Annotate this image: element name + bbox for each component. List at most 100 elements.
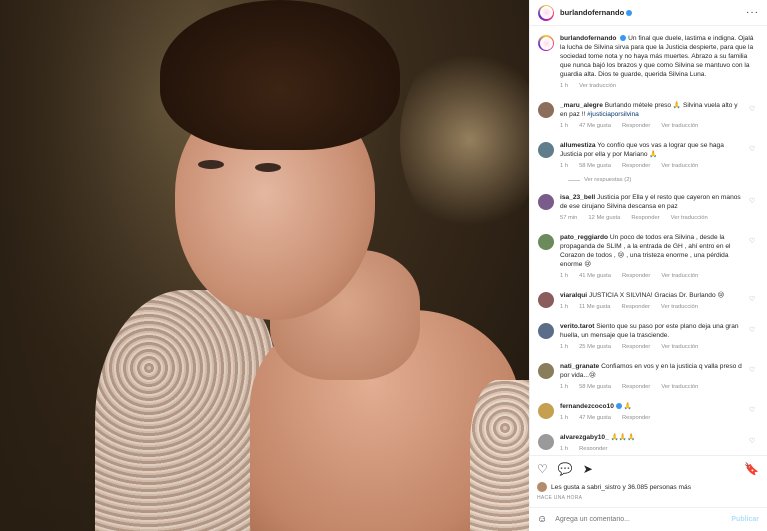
comment-time[interactable]: 1 h	[560, 343, 568, 352]
more-options-icon[interactable]: ···	[746, 7, 759, 18]
comment-like-heart-icon[interactable]: ♡	[749, 437, 759, 450]
comment-reply[interactable]: Responder	[622, 303, 650, 312]
comment-like-heart-icon[interactable]: ♡	[749, 406, 759, 423]
commenter-avatar[interactable]	[538, 323, 554, 339]
comment-item: pato_reggiardo Un poco de todos era Silv…	[538, 233, 759, 281]
comments-list[interactable]: burlandofernando Un final que duele, las…	[530, 26, 767, 450]
comment-translate[interactable]: Ver traducción	[661, 343, 698, 352]
see-translation-link[interactable]: Ver traducción	[579, 82, 616, 91]
comment-like-heart-icon[interactable]: ♡	[749, 197, 759, 223]
comment-reply[interactable]: Responder	[622, 343, 650, 352]
publish-button[interactable]: Publicar	[731, 516, 759, 523]
commenter-avatar[interactable]	[538, 142, 554, 158]
comment-time[interactable]: 1 h	[560, 303, 568, 312]
comment-translate[interactable]: Ver traducción	[661, 162, 698, 171]
comment-like-heart-icon[interactable]: ♡	[749, 366, 759, 392]
commenter-avatar[interactable]	[538, 194, 554, 210]
likes-text[interactable]: Les gusta a sabri_sistro y 36.085 person…	[551, 484, 691, 491]
comment-likes[interactable]: 58 Me gusta	[579, 162, 611, 171]
comment-translate[interactable]: Ver traducción	[661, 383, 698, 392]
commenter-username[interactable]: fernandezcoco10	[560, 403, 614, 410]
comment-item: _maru_alegre Burlando métele preso 🙏 Sil…	[538, 101, 759, 131]
comment-reply[interactable]: Responder	[631, 214, 659, 223]
comment-time[interactable]: 1 h	[560, 414, 568, 423]
comment-translate[interactable]: Ver traducción	[671, 214, 708, 223]
view-replies-text[interactable]: Ver respuestas (2)	[584, 177, 631, 183]
comment-item: allumestiza Yo confío que vos vas a logr…	[538, 141, 759, 171]
commenter-username[interactable]: viaralqui	[560, 292, 587, 299]
commenter-username[interactable]: nati_granate	[560, 363, 599, 370]
comment-like-heart-icon[interactable]: ♡	[749, 295, 759, 312]
photo-background-light	[400, 40, 529, 240]
comment-reply[interactable]: Responder	[622, 162, 650, 171]
comment-input[interactable]	[555, 516, 732, 523]
comment-reply[interactable]: Responder	[622, 122, 650, 131]
comment-hashtag[interactable]: #justiciaporsilvina	[587, 111, 639, 118]
commenter-avatar[interactable]	[538, 234, 554, 250]
comment-like-heart-icon[interactable]: ♡	[749, 145, 759, 171]
commenter-avatar[interactable]	[538, 102, 554, 118]
comment-like-heart-icon[interactable]: ♡	[749, 105, 759, 131]
post-header: burlandofernando ···	[530, 0, 767, 26]
like-heart-icon[interactable]: ♡	[537, 462, 548, 476]
caption: burlandofernando Un final que duele, las…	[538, 34, 759, 91]
comment-item: nati_granate Confiamos en vos y en la ju…	[538, 362, 759, 392]
comment-time[interactable]: 57 min	[560, 214, 577, 223]
comment-likes[interactable]: 58 Me gusta	[579, 383, 611, 392]
commenter-username[interactable]: allumestiza	[560, 142, 596, 149]
author-username[interactable]: burlandofernando	[560, 8, 624, 17]
liker-avatar	[537, 482, 547, 492]
verified-badge-icon	[626, 9, 633, 16]
comment-time[interactable]: 1 h	[560, 445, 568, 450]
commenter-username[interactable]: alvarezgaby10_	[560, 434, 609, 441]
comment-time[interactable]: 1 h	[560, 272, 568, 281]
commenter-avatar[interactable]	[538, 403, 554, 419]
comment-item: viaralqui JUSTICIA X SILVINA! Gracias Dr…	[538, 291, 759, 312]
photo-eye-left	[198, 160, 224, 169]
verified-badge-icon	[615, 403, 622, 410]
comment-translate[interactable]: Ver traducción	[661, 122, 698, 131]
commenter-avatar[interactable]	[538, 363, 554, 379]
comment-like-heart-icon[interactable]: ♡	[749, 237, 759, 281]
caption-time[interactable]: 1 h	[560, 82, 568, 91]
commenter-username[interactable]: _maru_alegre	[560, 102, 603, 109]
comment-likes[interactable]: 11 Me gusta	[579, 303, 610, 312]
commenter-avatar[interactable]	[538, 292, 554, 308]
comment-time[interactable]: 1 h	[560, 383, 568, 392]
comment-like-heart-icon[interactable]: ♡	[749, 326, 759, 352]
caption-username[interactable]: burlandofernando	[560, 35, 616, 42]
comment-reply[interactable]: Responder	[622, 414, 650, 423]
share-send-icon[interactable]: ➤	[583, 462, 593, 476]
comment-translate[interactable]: Ver traducción	[661, 303, 698, 312]
likes-summary[interactable]: Les gusta a sabri_sistro y 36.085 person…	[537, 482, 759, 492]
comment-item: verito.tarot Siento que su paso por este…	[538, 322, 759, 352]
comment-likes[interactable]: 47 Me gusta	[579, 414, 611, 423]
comment-translate[interactable]: Ver traducción	[661, 272, 698, 281]
comment-likes[interactable]: 12 Me gusta	[588, 214, 620, 223]
comment-text: 🙏	[623, 403, 632, 410]
comment-bubble-icon[interactable]: 💬	[558, 462, 573, 476]
comment-time[interactable]: 1 h	[560, 122, 568, 131]
comment-time[interactable]: 1 h	[560, 162, 568, 171]
comment-item: alvarezgaby10_ 🙏🙏🙏 1 h Responder ♡	[538, 433, 759, 450]
comment-reply[interactable]: Responder	[579, 445, 607, 450]
comment-reply[interactable]: Responder	[622, 272, 650, 281]
comment-likes[interactable]: 41 Me gusta	[579, 272, 611, 281]
commenter-username[interactable]: isa_23_bell	[560, 194, 595, 201]
post-photo[interactable]	[0, 0, 529, 531]
add-comment-bar: ☺ Publicar	[529, 507, 767, 531]
save-bookmark-icon[interactable]: 🔖	[744, 462, 759, 476]
photo-eye-right	[255, 163, 281, 172]
emoji-icon[interactable]: ☺	[537, 514, 547, 525]
commenter-avatar[interactable]	[538, 434, 554, 450]
comment-reply[interactable]: Responder	[622, 383, 650, 392]
view-replies-link[interactable]: Ver respuestas (2)	[568, 177, 759, 183]
comment-likes[interactable]: 25 Me gusta	[579, 343, 611, 352]
commenter-username[interactable]: pato_reggiardo	[560, 234, 608, 241]
caption-avatar[interactable]	[538, 35, 554, 51]
photo-dress-right	[470, 380, 529, 531]
comment-likes[interactable]: 47 Me gusta	[579, 122, 611, 131]
commenter-username[interactable]: verito.tarot	[560, 323, 594, 330]
author-avatar[interactable]	[538, 4, 554, 21]
comment-item: isa_23_bell Justicia por Ella y el resto…	[538, 193, 759, 223]
